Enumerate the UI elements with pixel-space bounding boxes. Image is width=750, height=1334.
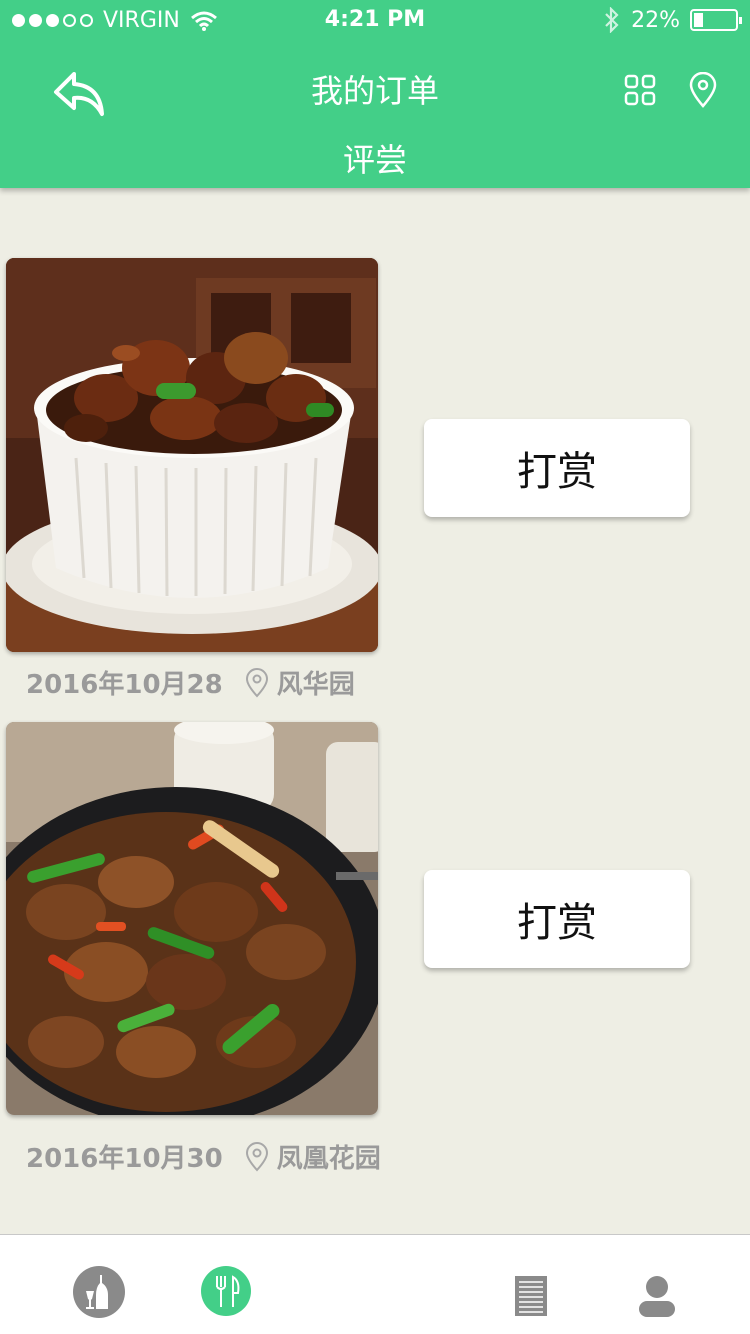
order-date: 2016年10月28 xyxy=(26,670,223,700)
order-meta: 2016年10月30 凤凰花园 xyxy=(26,1138,381,1175)
order-date: 2016年10月30 xyxy=(26,1144,223,1174)
grid-icon[interactable] xyxy=(624,74,656,106)
battery-icon xyxy=(690,9,742,31)
header: VIRGIN 4:21 PM 22% 我的订单 评尝 xyxy=(0,0,750,188)
braised-pork-image xyxy=(6,258,378,652)
tab-bar xyxy=(0,1234,750,1334)
user-icon[interactable] xyxy=(638,1275,676,1317)
bluetooth-icon xyxy=(605,7,619,33)
status-bar: VIRGIN 4:21 PM 22% xyxy=(0,0,750,42)
order-photo[interactable] xyxy=(6,722,378,1115)
drink-icon[interactable] xyxy=(72,1265,126,1319)
dining-icon[interactable] xyxy=(200,1265,252,1317)
page-subtitle: 评尝 xyxy=(342,141,407,179)
order-meta: 2016年10月28 风华园 xyxy=(26,664,355,701)
order-location: 风华园 xyxy=(276,670,355,700)
tip-button[interactable]: 打赏 xyxy=(424,870,690,968)
location-icon[interactable] xyxy=(688,72,718,108)
location-pin-icon xyxy=(245,667,268,697)
order-photo[interactable] xyxy=(6,258,378,652)
location-pin-icon xyxy=(245,1141,268,1171)
battery-percent: 22% xyxy=(631,7,680,33)
tip-button[interactable]: 打赏 xyxy=(424,419,690,517)
order-location: 凤凰花园 xyxy=(276,1144,381,1174)
spicy-chicken-image xyxy=(6,722,378,1115)
battery-level xyxy=(694,13,703,27)
list-icon[interactable] xyxy=(514,1275,548,1317)
